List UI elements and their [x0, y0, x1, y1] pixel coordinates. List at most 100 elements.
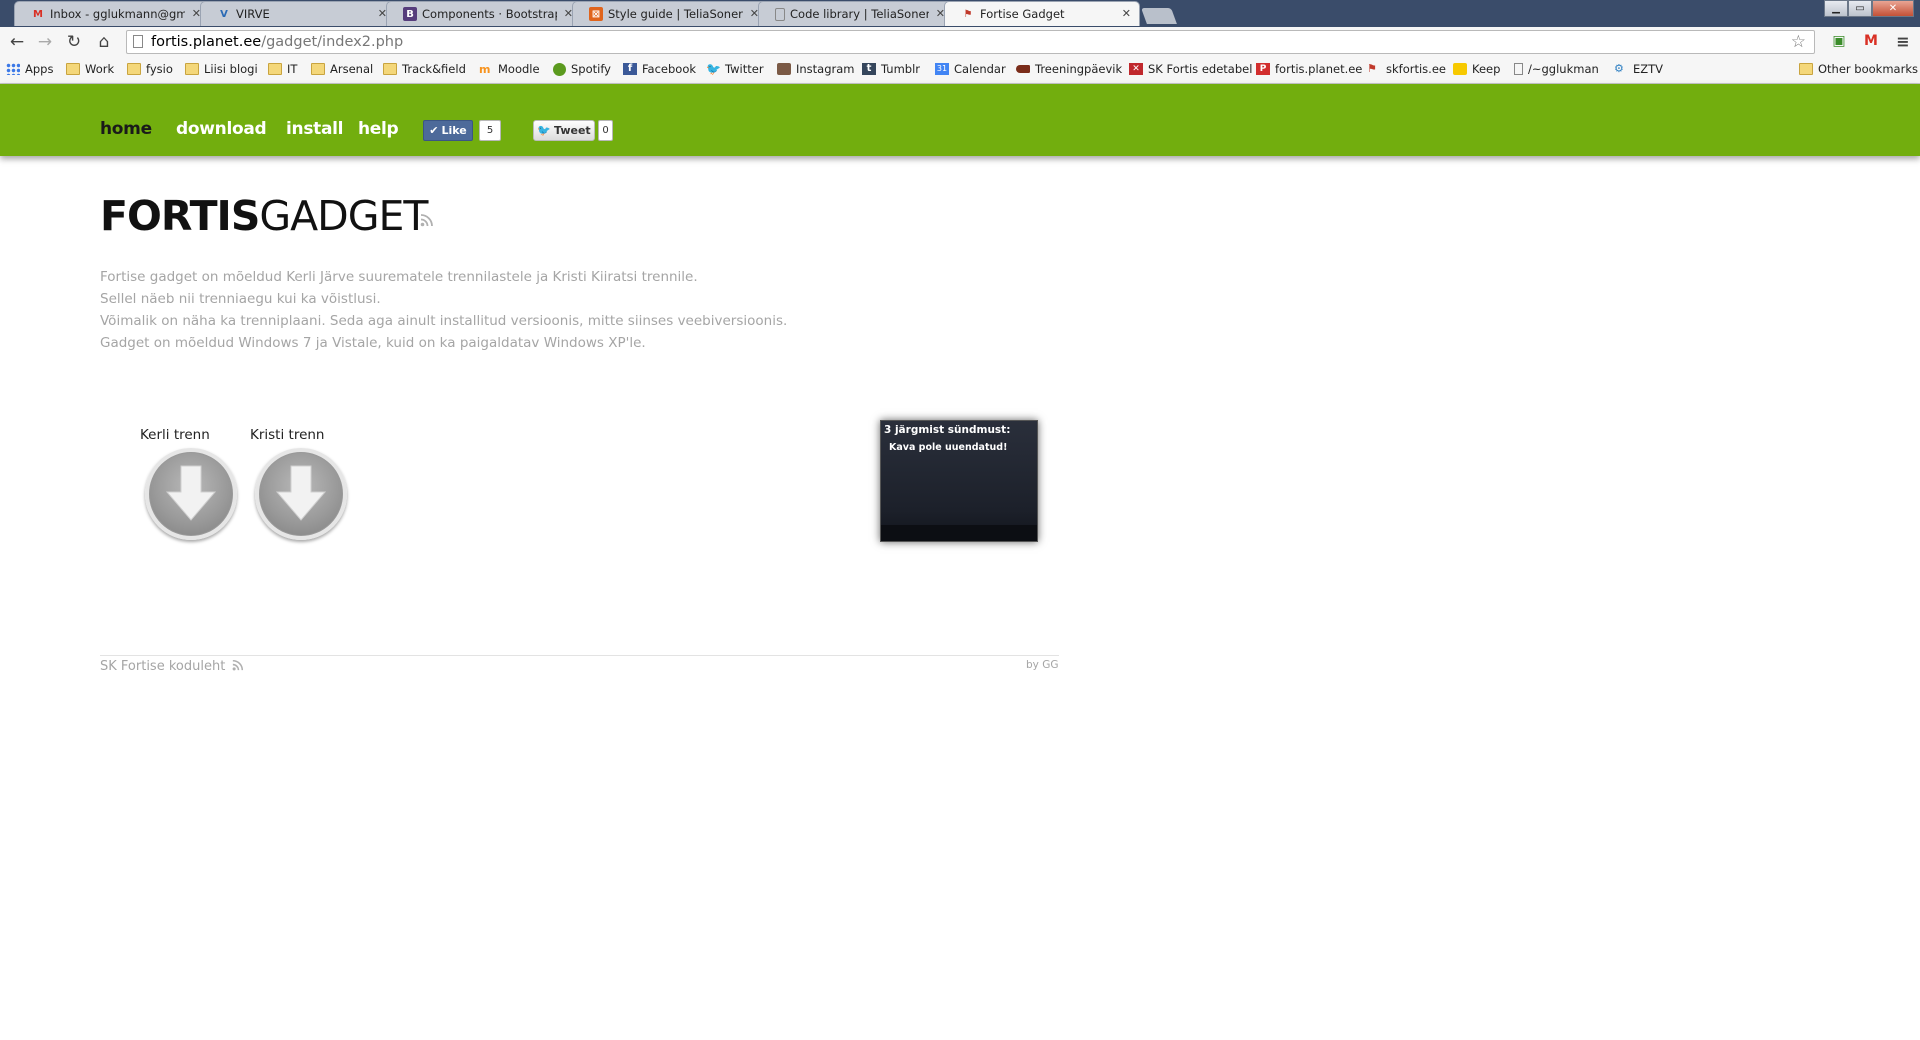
download-kristi-button[interactable]	[255, 448, 347, 540]
tab-fortise-gadget[interactable]: ⚑ Fortise Gadget ✕	[944, 1, 1140, 26]
intro-line: Võimalik on näha ka trenniplaani. Seda a…	[100, 313, 788, 329]
eztv-icon: ⚙	[1614, 62, 1624, 75]
folder-icon	[66, 63, 80, 75]
maximize-icon[interactable]: ▭	[1848, 0, 1872, 17]
nav-home[interactable]: home	[100, 119, 152, 139]
menu-icon[interactable]: ≡	[1894, 32, 1912, 51]
bookmark-fortis-planet[interactable]: Pfortis.planet.ee	[1256, 62, 1362, 76]
footer-credit: by GG	[1026, 659, 1059, 671]
window-controls: ▁ ▭ ✕	[1824, 0, 1914, 17]
facebook-icon: f	[623, 63, 637, 75]
tweet-button[interactable]: 🐦 Tweet	[533, 120, 595, 141]
shoe-icon	[1016, 65, 1030, 73]
rss-icon[interactable]	[232, 659, 244, 671]
close-icon[interactable]: ✕	[1122, 7, 1131, 20]
bookmark-label: Work	[85, 62, 115, 76]
planet-icon: P	[1256, 63, 1270, 75]
tab-bootstrap[interactable]: B Components · Bootstrap ✕	[386, 1, 582, 26]
bookmark-label: Liisi blogi	[204, 62, 258, 76]
tab-style-guide[interactable]: ⊠ Style guide | TeliaSonera ✕	[572, 1, 768, 26]
intro-line: Fortise gadget on mõeldud Kerli Järve su…	[100, 269, 698, 285]
bookmark-treeningpaevik[interactable]: Treeningpäevik	[1016, 62, 1122, 76]
bookmark-fysio[interactable]: fysio	[127, 62, 173, 76]
bookmark-liisi-blogi[interactable]: Liisi blogi	[185, 62, 258, 76]
folder-icon	[268, 63, 282, 75]
bookmark-facebook[interactable]: f Facebook	[623, 62, 696, 76]
home-icon[interactable]: ⌂	[94, 32, 114, 52]
tab-label: Fortise Gadget	[980, 7, 1065, 21]
bookmark-gglukman[interactable]: /~gglukman	[1514, 62, 1599, 76]
download-label-kristi: Kristi trenn	[250, 427, 325, 443]
url-path: /gadget/index2.php	[261, 34, 404, 50]
title-light: GADGET	[259, 192, 428, 240]
nav-download[interactable]: download	[176, 119, 267, 139]
footer-divider	[100, 655, 1059, 656]
tab-label: Components · Bootstrap	[422, 7, 557, 21]
back-arrow-icon[interactable]: ←	[7, 32, 27, 52]
bookmark-label: Twitter	[725, 62, 764, 76]
like-label: Like	[441, 124, 467, 137]
nav-help[interactable]: help	[358, 119, 399, 139]
reload-icon[interactable]: ↻	[64, 32, 84, 52]
bookmark-label: fysio	[146, 62, 173, 76]
calendar-icon: 31	[935, 63, 949, 75]
bookmark-label: EZTV	[1633, 62, 1664, 76]
bookmark-arsenal[interactable]: Arsenal	[311, 62, 373, 76]
bookmark-label: Calendar	[954, 62, 1006, 76]
bookmark-keep[interactable]: Keep	[1453, 62, 1500, 76]
site-navbar: home download install help ✔ Like 5 🐦 Twee…	[0, 84, 1920, 156]
bookmark-eztv[interactable]: ⚙ EZTV	[1614, 62, 1663, 76]
bookmark-other[interactable]: Other bookmarks	[1799, 62, 1918, 76]
nav-install[interactable]: install	[286, 119, 344, 139]
instagram-icon	[777, 63, 791, 75]
gadget-footer-bar	[881, 525, 1037, 541]
footer-home-link[interactable]: SK Fortise koduleht	[100, 659, 244, 674]
url-domain: fortis.planet.ee	[151, 34, 262, 50]
bookmark-work[interactable]: Work	[66, 62, 114, 76]
evernote-extension-icon[interactable]: ▣	[1830, 32, 1848, 50]
folder-icon	[127, 63, 141, 75]
bookmark-tumblr[interactable]: t Tumblr	[862, 62, 920, 76]
tab-gmail[interactable]: M Inbox - gglukmann@gma ✕	[14, 1, 210, 26]
gadget-preview: 3 järgmist sündmust: Kava pole uuendatud…	[880, 420, 1038, 542]
bookmark-star-icon[interactable]: ☆	[1791, 32, 1806, 52]
intro-line: Gadget on mõeldud Windows 7 ja Vistale, …	[100, 335, 646, 351]
bookmark-label: Apps	[25, 62, 54, 76]
like-count: 5	[479, 120, 501, 141]
bookmark-label: skfortis.ee	[1386, 62, 1446, 76]
window-close-icon[interactable]: ✕	[1872, 0, 1914, 17]
facebook-like-button[interactable]: ✔ Like	[423, 120, 473, 141]
tab-virve[interactable]: V VIRVE ✕	[200, 1, 396, 26]
bookmark-instagram[interactable]: Instagram	[777, 62, 855, 76]
gmail-icon: M	[33, 8, 43, 20]
download-kerli-button[interactable]	[145, 448, 237, 540]
bookmark-spotify[interactable]: Spotify	[553, 62, 611, 76]
bookmark-twitter[interactable]: 🐦 Twitter	[706, 62, 764, 76]
bookmark-moodle[interactable]: m Moodle	[479, 62, 540, 76]
bookmark-track-field[interactable]: Track&field	[383, 62, 466, 76]
bootstrap-icon: B	[403, 7, 417, 21]
address-bar[interactable]: fortis.planet.ee/gadget/index2.php ☆	[126, 30, 1815, 54]
forward-arrow-icon[interactable]: →	[35, 32, 55, 52]
gadget-title: 3 järgmist sündmust:	[884, 424, 1011, 436]
bookmark-skfortis[interactable]: ⚑ skfortis.ee	[1367, 62, 1446, 76]
skfortis-icon: ⚑	[1367, 62, 1377, 75]
folder-icon	[383, 63, 397, 75]
bookmark-apps[interactable]: Apps	[6, 62, 53, 76]
tab-code-library[interactable]: Code library | TeliaSonera ✕	[758, 1, 954, 26]
fortis-edetabel-icon: ✕	[1129, 63, 1143, 75]
new-tab-button[interactable]	[1141, 8, 1177, 24]
title-bold: FORTIS	[100, 192, 260, 240]
minimize-icon[interactable]: ▁	[1824, 0, 1848, 17]
page-icon	[1514, 63, 1523, 75]
download-arrow-icon	[165, 465, 217, 521]
folder-icon	[311, 63, 325, 75]
bookmark-calendar[interactable]: 31 Calendar	[935, 62, 1006, 76]
page-icon	[775, 7, 785, 21]
bookmark-label: fortis.planet.ee	[1275, 62, 1363, 76]
gmail-extension-icon[interactable]: M	[1862, 32, 1880, 50]
bookmark-sk-fortis-edetabel[interactable]: ✕ SK Fortis edetabel	[1129, 62, 1252, 76]
intro-text: Fortise gadget on mõeldud Kerli Järve su…	[100, 266, 787, 354]
rss-icon[interactable]	[420, 213, 434, 227]
bookmark-it[interactable]: IT	[268, 62, 297, 76]
